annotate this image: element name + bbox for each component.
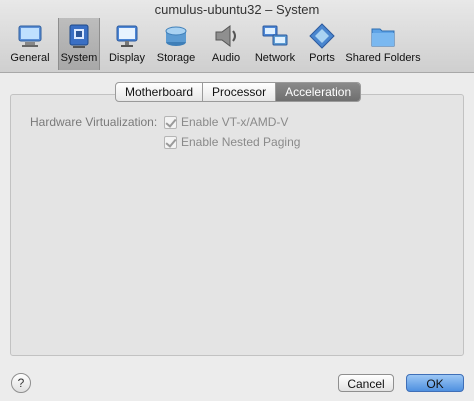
enable-nested-paging-checkbox[interactable] xyxy=(164,135,177,149)
shared-folders-icon xyxy=(371,28,395,47)
toolbar: cumulus-ubuntu32 – System General System xyxy=(0,0,474,73)
enable-vtx-label: Enable VT-x/AMD-V xyxy=(181,115,289,129)
system-icon xyxy=(69,24,89,48)
display-icon xyxy=(116,25,138,47)
toolbar-label: Shared Folders xyxy=(345,52,421,64)
tab-bar: Motherboard Processor Acceleration xyxy=(115,82,362,102)
toolbar-network[interactable]: Network xyxy=(252,18,298,70)
cancel-button[interactable]: Cancel xyxy=(338,374,394,392)
window-title: cumulus-ubuntu32 – System xyxy=(154,2,320,17)
tab-acceleration[interactable]: Acceleration xyxy=(276,83,361,101)
toolbar-label: System xyxy=(60,52,98,64)
toolbar-label: Network xyxy=(254,52,296,64)
enable-vtx-checkbox[interactable] xyxy=(164,115,177,129)
toolbar-storage[interactable]: Storage xyxy=(154,18,198,70)
toolbar-label: Ports xyxy=(309,52,335,64)
tab-motherboard[interactable]: Motherboard xyxy=(116,83,204,101)
enable-vtx-checkbox-row[interactable]: Enable VT-x/AMD-V xyxy=(164,115,288,129)
enable-nested-paging-checkbox-row[interactable]: Enable Nested Paging xyxy=(164,135,300,149)
toolbar-system[interactable]: System xyxy=(58,18,100,70)
audio-icon xyxy=(215,25,236,47)
toolbar-ports[interactable]: Ports xyxy=(304,18,340,70)
toolbar-general[interactable]: General xyxy=(8,18,52,70)
enable-nested-paging-label: Enable Nested Paging xyxy=(181,135,301,149)
settings-panel xyxy=(10,94,464,356)
settings-window: cumulus-ubuntu32 – System General System xyxy=(0,0,474,401)
help-button[interactable]: ? xyxy=(11,373,31,393)
toolbar-display[interactable]: Display xyxy=(106,18,148,70)
toolbar-label: Storage xyxy=(156,52,196,64)
toolbar-label: General xyxy=(10,52,50,64)
tab-processor[interactable]: Processor xyxy=(203,83,277,101)
toolbar-label: Display xyxy=(108,52,146,64)
toolbar-label: Audio xyxy=(211,52,241,64)
network-icon xyxy=(262,25,288,46)
ok-button[interactable]: OK xyxy=(406,374,464,392)
storage-icon xyxy=(165,26,187,46)
toolbar-shared-folders[interactable]: Shared Folders xyxy=(345,18,421,70)
hardware-virtualization-label: Hardware Virtualization: xyxy=(30,115,158,129)
general-icon xyxy=(18,25,42,47)
ports-icon xyxy=(309,23,335,49)
toolbar-audio[interactable]: Audio xyxy=(206,18,246,70)
